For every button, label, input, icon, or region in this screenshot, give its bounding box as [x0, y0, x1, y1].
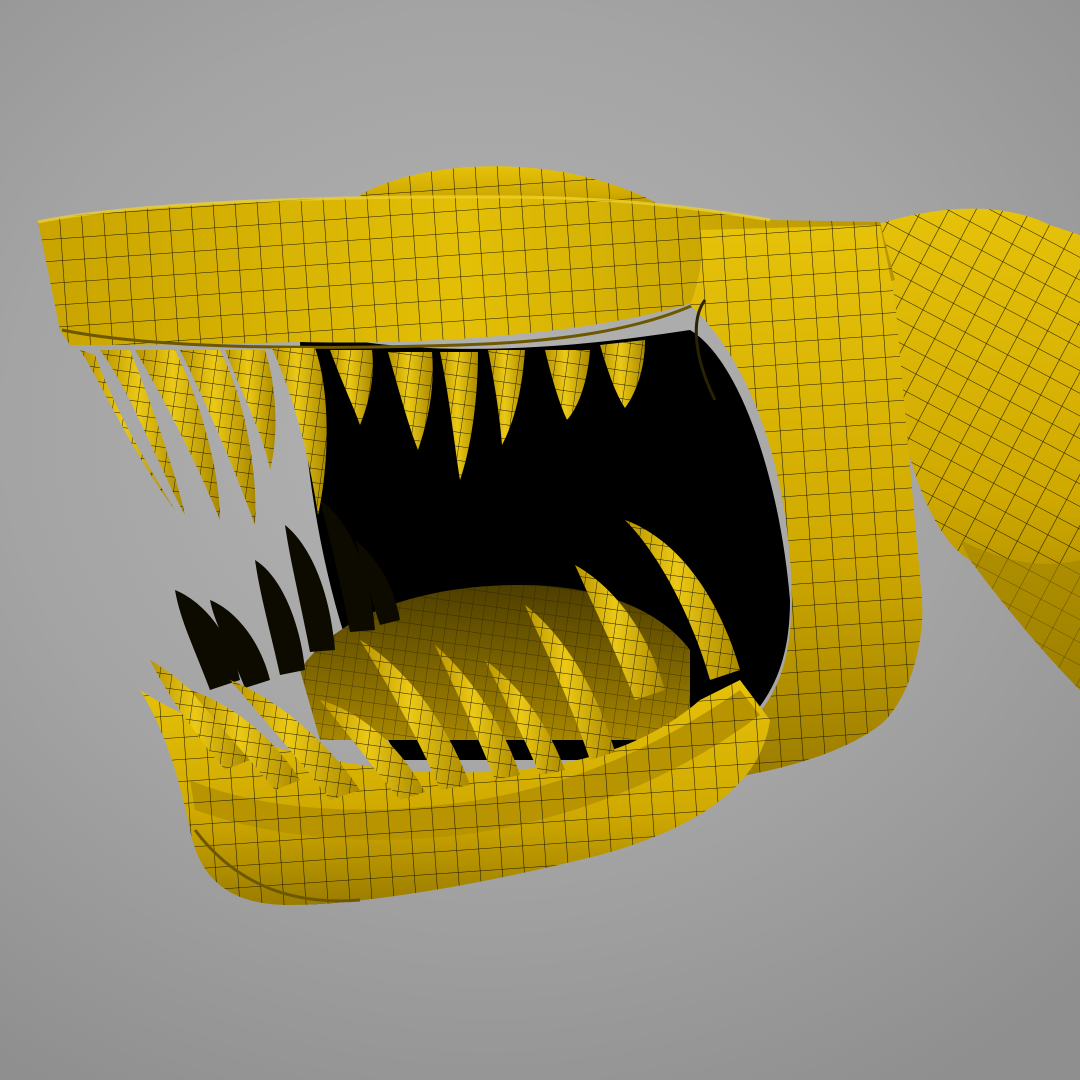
creature-render	[37, 166, 1080, 905]
render-viewport	[0, 0, 1080, 1080]
